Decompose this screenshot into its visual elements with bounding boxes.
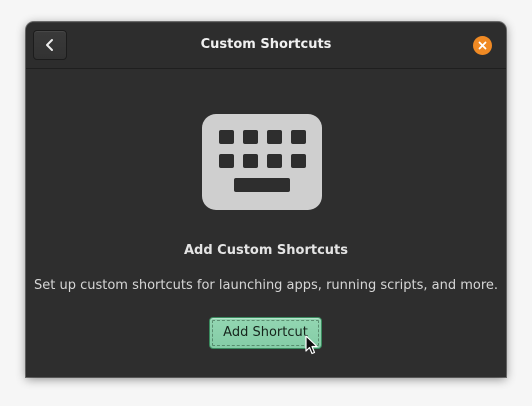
header-bar: Custom Shortcuts [26, 22, 506, 69]
empty-state-description: Set up custom shortcuts for launching ap… [33, 278, 499, 293]
chevron-left-icon [46, 39, 53, 51]
main-content: Add Custom Shortcuts Set up custom short… [26, 69, 506, 377]
close-button[interactable] [473, 36, 492, 55]
back-button[interactable] [33, 30, 67, 60]
close-icon [478, 41, 487, 50]
empty-state-heading: Add Custom Shortcuts [183, 243, 349, 258]
add-shortcut-button[interactable]: Add Shortcut [209, 317, 322, 349]
dialog-title: Custom Shortcuts [200, 37, 332, 52]
custom-shortcuts-dialog: Custom Shortcuts Add Custom Shortcuts Se… [26, 22, 506, 377]
keyboard-icon [202, 114, 322, 210]
